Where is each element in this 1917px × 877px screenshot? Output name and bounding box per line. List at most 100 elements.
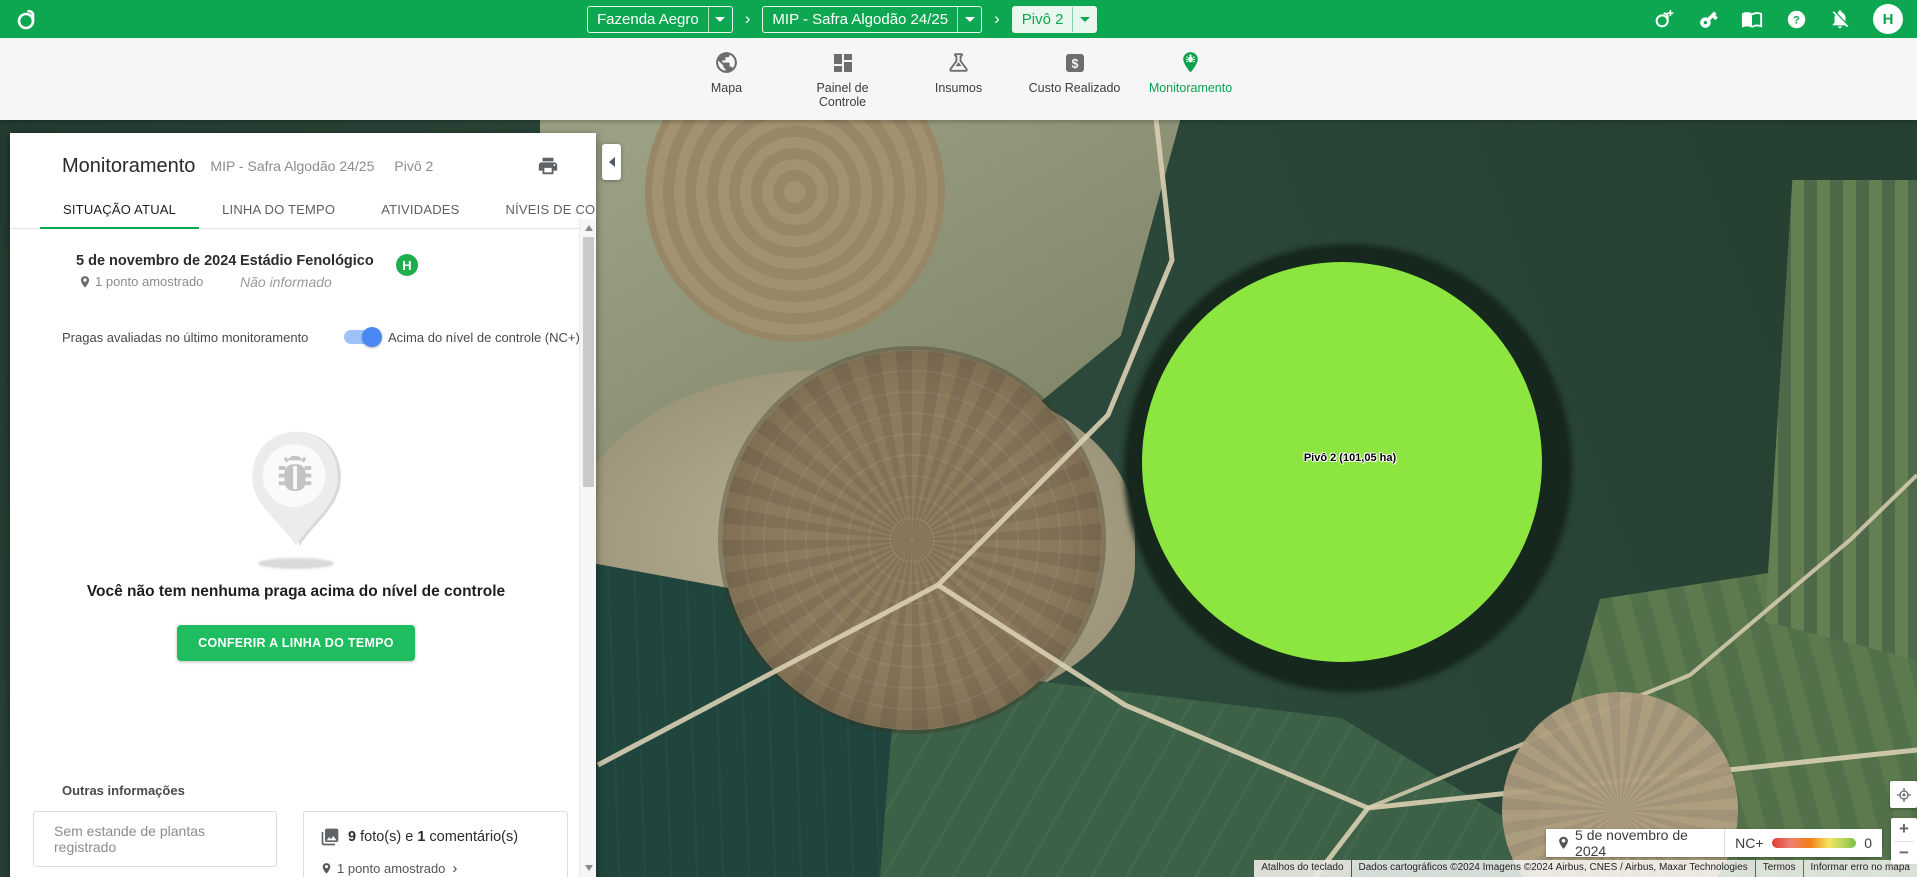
info-cards: Sem estande de plantas registrado 9 foto… xyxy=(33,811,568,877)
breadcrumb-separator-icon: › xyxy=(745,9,751,29)
divider xyxy=(1724,829,1725,857)
map-date-label: 5 de novembro de 2024 xyxy=(1575,827,1714,859)
tab-situacao-atual[interactable]: SITUAÇÃO ATUAL xyxy=(40,191,199,228)
tab-custo-realizado[interactable]: $ Custo Realizado xyxy=(1029,49,1121,120)
help-icon[interactable]: ? xyxy=(1785,8,1807,30)
pests-filter-row: Pragas avaliadas no último monitoramento… xyxy=(10,327,596,351)
panel-subtitle: MIP - Safra Algodão 24/25 Pivô 2 xyxy=(210,158,433,174)
page-title: Monitoramento xyxy=(62,155,195,178)
dollar-square-icon: $ xyxy=(1061,49,1088,76)
other-info-heading: Outras informações xyxy=(62,783,185,798)
tab-mapa-label: Mapa xyxy=(711,81,742,95)
sampled-point-link[interactable]: 1 ponto amostrado › xyxy=(320,860,551,877)
nc-legend-label: NC+ xyxy=(1735,835,1763,851)
phenological-stage-value: Não informado xyxy=(240,274,332,290)
map-attribution: Atalhos do teclado Dados cartográficos ©… xyxy=(1253,860,1917,877)
topbar-actions: ? H xyxy=(1653,4,1903,34)
terms-link[interactable]: Termos xyxy=(1756,860,1803,877)
illustration-shadow xyxy=(258,558,334,569)
pin-icon xyxy=(320,862,333,875)
phenological-stage-label: Estádio Fenológico xyxy=(240,253,374,269)
panel-tabs: SITUAÇÃO ATUAL LINHA DO TEMPO ATIVIDADES… xyxy=(10,191,596,229)
check-timeline-button[interactable]: CONFERIR A LINHA DO TEMPO xyxy=(177,625,415,661)
add-field-icon[interactable] xyxy=(1653,8,1675,30)
scroll-up-button[interactable] xyxy=(580,221,596,235)
nc-legend-value: 0 xyxy=(1864,835,1872,851)
breadcrumb-separator-icon: › xyxy=(994,9,1000,29)
tab-atividades[interactable]: ATIVIDADES xyxy=(358,191,482,228)
crosshair-icon xyxy=(1896,787,1912,803)
monitoring-summary: 5 de novembro de 2024 1 ponto amostrado … xyxy=(10,253,596,301)
print-button[interactable] xyxy=(536,154,560,178)
monitoring-date: 5 de novembro de 2024 xyxy=(76,253,236,269)
monitoring-panel: Monitoramento MIP - Safra Algodão 24/25 … xyxy=(10,133,596,877)
map-data-credit: Dados cartográficos ©2024 Imagens ©2024 … xyxy=(1352,860,1755,877)
chevron-down-icon xyxy=(708,7,732,32)
topbar: Fazenda Aegro › MIP - Safra Algodão 24/2… xyxy=(0,0,1917,38)
flask-icon xyxy=(945,49,972,76)
nc-gradient-legend xyxy=(1772,838,1857,848)
breadcrumb-field-dropdown[interactable]: Pivô 2 xyxy=(1012,6,1098,33)
tab-linha-do-tempo[interactable]: LINHA DO TEMPO xyxy=(199,191,358,228)
notifications-off-icon[interactable] xyxy=(1829,8,1851,30)
pin-bug-icon xyxy=(1177,49,1204,76)
breadcrumb-crop-dropdown[interactable]: MIP - Safra Algodão 24/25 xyxy=(762,6,982,33)
manual-book-icon[interactable] xyxy=(1741,8,1763,30)
tab-mapa[interactable]: Mapa xyxy=(681,49,773,120)
photos-summary-text: 9 foto(s) e 1 comentário(s) xyxy=(348,829,518,845)
module-toolbar: Mapa Painel de Controle Insumos $ Custo … xyxy=(0,38,1917,120)
tab-monitoramento[interactable]: Monitoramento xyxy=(1145,49,1237,120)
recenter-map-button[interactable] xyxy=(1890,781,1917,808)
breadcrumb-crop-label: MIP - Safra Algodão 24/25 xyxy=(772,11,957,28)
dashboard-icon xyxy=(829,49,856,76)
report-map-error-link[interactable]: Informar erro no mapa xyxy=(1804,860,1917,877)
field-area-label: Pivô 2 (101,05 ha) xyxy=(1240,452,1460,464)
collapse-panel-button[interactable] xyxy=(602,144,621,180)
tab-insumos-label: Insumos xyxy=(935,81,982,95)
tab-monitoramento-label: Monitoramento xyxy=(1149,81,1232,95)
zoom-in-button[interactable]: + xyxy=(1891,818,1917,841)
photos-summary: 9 foto(s) e 1 comentário(s) xyxy=(320,827,551,847)
aegro-logo-icon[interactable] xyxy=(14,6,40,32)
breadcrumb-field-label: Pivô 2 xyxy=(1022,11,1073,28)
scroll-down-button[interactable] xyxy=(580,861,596,875)
svg-text:?: ? xyxy=(1793,14,1800,26)
breadcrumb-farm-dropdown[interactable]: Fazenda Aegro xyxy=(587,6,733,33)
chevron-left-icon xyxy=(609,157,615,167)
svg-text:$: $ xyxy=(1071,56,1078,70)
plant-stand-card: Sem estande de plantas registrado xyxy=(33,811,277,867)
toggle-knob xyxy=(362,327,382,347)
sampled-point-link-label: 1 ponto amostrado xyxy=(337,861,445,876)
globe-icon xyxy=(713,49,740,76)
tab-insumos[interactable]: Insumos xyxy=(913,49,1005,120)
tab-painel-label: Painel de Controle xyxy=(797,81,889,110)
subtitle-field: Pivô 2 xyxy=(394,158,433,174)
empty-state-message: Você não tem nenhuma praga acima do níve… xyxy=(10,583,582,601)
breadcrumb-farm-label: Fazenda Aegro xyxy=(597,11,708,28)
breadcrumb: Fazenda Aegro › MIP - Safra Algodão 24/2… xyxy=(587,0,1097,38)
keyboard-shortcuts-link[interactable]: Atalhos do teclado xyxy=(1254,860,1350,877)
subtitle-crop: MIP - Safra Algodão 24/25 xyxy=(210,158,374,174)
panel-header: Monitoramento MIP - Safra Algodão 24/25 … xyxy=(10,133,596,178)
nc-filter-toggle[interactable] xyxy=(344,330,380,344)
app-window: Fazenda Aegro › MIP - Safra Algodão 24/2… xyxy=(0,0,1917,877)
photo-library-icon xyxy=(320,827,340,847)
photos-card: 9 foto(s) e 1 comentário(s) 1 ponto amos… xyxy=(303,811,568,877)
pin-icon xyxy=(1556,835,1571,851)
chevron-down-icon xyxy=(957,7,981,32)
panel-scrollbar[interactable] xyxy=(579,219,596,877)
scrollbar-thumb[interactable] xyxy=(583,237,594,487)
map-zoom-control: + − xyxy=(1891,818,1917,864)
pin-icon xyxy=(78,275,92,289)
bug-pin-illustration xyxy=(240,428,352,548)
printer-icon xyxy=(537,155,559,177)
stage-badge: H xyxy=(396,254,418,276)
tab-painel-de-controle[interactable]: Painel de Controle xyxy=(797,49,889,120)
pests-evaluated-label: Pragas avaliadas no último monitoramento xyxy=(62,330,308,345)
key-icon[interactable] xyxy=(1697,8,1719,30)
chevron-down-icon xyxy=(1072,7,1096,32)
sampled-points: 1 ponto amostrado xyxy=(78,274,203,289)
avatar[interactable]: H xyxy=(1873,4,1903,34)
nc-filter-toggle-label: Acima do nível de controle (NC+) xyxy=(388,330,580,345)
empty-state: Você não tem nenhuma praga acima do níve… xyxy=(10,428,582,661)
